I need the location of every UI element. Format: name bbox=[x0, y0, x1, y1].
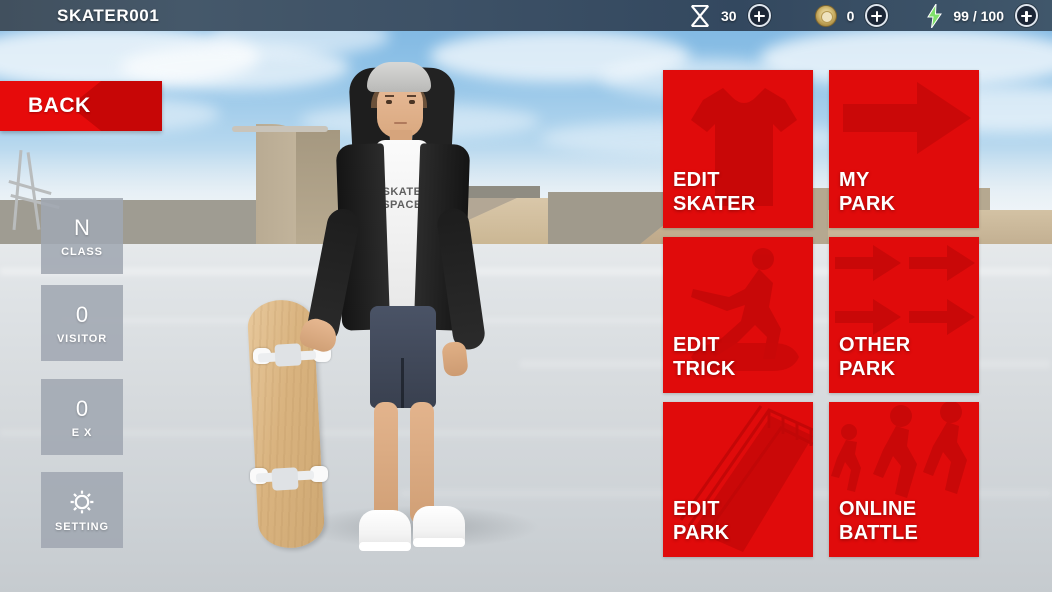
add-energy-button[interactable] bbox=[1015, 4, 1038, 27]
class-label: CLASS bbox=[61, 245, 103, 258]
back-button-label: BACK bbox=[28, 94, 91, 117]
visitor-value: 0 bbox=[75, 301, 89, 327]
menu-tile-other-park[interactable]: OTHER PARK bbox=[829, 237, 979, 393]
shorts-seam bbox=[401, 358, 404, 408]
eye bbox=[386, 100, 392, 104]
skater-avatar: SKATE SPACE bbox=[295, 58, 505, 558]
menu-tile-online-battle[interactable]: ONLINE BATTLE bbox=[829, 402, 979, 557]
eye bbox=[409, 100, 415, 104]
menu-tile-label: OTHER PARK bbox=[839, 334, 911, 380]
sneaker-sole bbox=[413, 538, 465, 547]
gear-icon bbox=[70, 490, 94, 513]
leg bbox=[374, 402, 398, 524]
resource-coin: 0 bbox=[814, 4, 889, 27]
energy-bolt-icon bbox=[927, 3, 943, 28]
back-button[interactable]: BACK bbox=[0, 81, 162, 131]
add-coin-button[interactable] bbox=[865, 4, 889, 27]
player-name: SKATER001 bbox=[57, 5, 160, 25]
menu-tile-edit-park[interactable]: EDIT PARK bbox=[663, 402, 813, 557]
x-token-value: 30 bbox=[721, 7, 737, 24]
coin-icon bbox=[814, 4, 837, 27]
mouth bbox=[394, 122, 407, 124]
menu-tile-edit-trick[interactable]: EDIT TRICK bbox=[663, 237, 813, 393]
menu-tile-label: EDIT PARK bbox=[673, 498, 730, 544]
ex-label: E X bbox=[71, 426, 93, 439]
class-value: N bbox=[74, 214, 90, 240]
menu-tile-label: EDIT SKATER bbox=[673, 169, 756, 215]
menu-tile-my-park[interactable]: MY PARK bbox=[829, 70, 979, 228]
stat-button-ex[interactable]: 0 E X bbox=[41, 379, 123, 455]
settings-label: SETTING bbox=[55, 520, 109, 533]
menu-tile-label: ONLINE BATTLE bbox=[839, 498, 919, 544]
ground-streak bbox=[60, 318, 960, 323]
stat-button-class[interactable]: N CLASS bbox=[41, 198, 123, 274]
stat-button-visitor[interactable]: 0 VISITOR bbox=[41, 285, 123, 361]
coin-value: 0 bbox=[846, 7, 855, 24]
menu-tile-label: EDIT TRICK bbox=[673, 334, 736, 380]
game-screen: SKATE SPACE SKATER001 30 0 99 / 100 BACK… bbox=[0, 0, 1052, 592]
sneaker-sole bbox=[359, 542, 411, 551]
resource-x-token: 30 bbox=[689, 4, 771, 28]
visitor-label: VISITOR bbox=[56, 332, 108, 345]
add-x-token-button[interactable] bbox=[747, 4, 771, 27]
eyebrow bbox=[407, 95, 416, 97]
menu-tile-edit-skater[interactable]: EDIT SKATER bbox=[663, 70, 813, 228]
top-status-bar: SKATER001 30 0 99 / 100 bbox=[0, 0, 1052, 31]
energy-value: 99 / 100 bbox=[953, 7, 1004, 24]
ex-value: 0 bbox=[75, 395, 89, 421]
beanie-icon bbox=[367, 62, 431, 92]
settings-button[interactable]: SETTING bbox=[41, 472, 123, 548]
x-token-icon bbox=[690, 4, 710, 27]
hand bbox=[441, 340, 469, 378]
menu-tile-label: MY PARK bbox=[839, 169, 896, 215]
eyebrow bbox=[385, 95, 394, 97]
resource-energy: 99 / 100 bbox=[926, 3, 1038, 28]
